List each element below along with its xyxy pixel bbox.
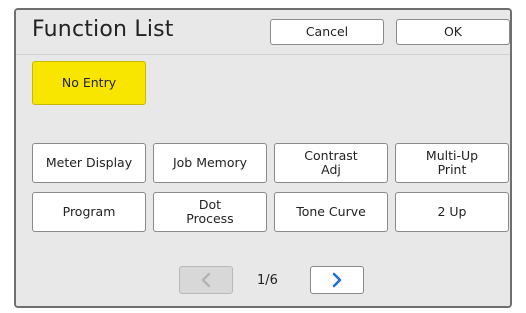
ok-button[interactable]: OK <box>396 19 510 45</box>
prev-page-button[interactable] <box>179 266 233 294</box>
function-button-dot-process[interactable]: Dot Process <box>153 192 267 232</box>
function-panel: No Entry Meter Display Job Memory Contra… <box>16 55 510 306</box>
page-title: Function List <box>32 17 174 42</box>
page-indicator: 1/6 <box>257 273 278 288</box>
chevron-left-icon <box>199 258 213 302</box>
function-button-multi-up-print[interactable]: Multi-Up Print <box>395 143 509 183</box>
function-button-contrast-adj[interactable]: Contrast Adj <box>274 143 388 183</box>
function-button-job-memory[interactable]: Job Memory <box>153 143 267 183</box>
function-button-2-up[interactable]: 2 Up <box>395 192 509 232</box>
function-button-meter-display[interactable]: Meter Display <box>32 143 146 183</box>
next-page-button[interactable] <box>310 266 364 294</box>
chevron-right-icon <box>330 258 344 302</box>
no-entry-button[interactable]: No Entry <box>32 61 146 105</box>
function-button-program[interactable]: Program <box>32 192 146 232</box>
function-button-tone-curve[interactable]: Tone Curve <box>274 192 388 232</box>
cancel-button[interactable]: Cancel <box>270 19 384 45</box>
function-list-dialog: Function List Cancel OK No Entry Meter D… <box>14 8 512 308</box>
title-bar: Function List Cancel OK <box>16 10 510 55</box>
